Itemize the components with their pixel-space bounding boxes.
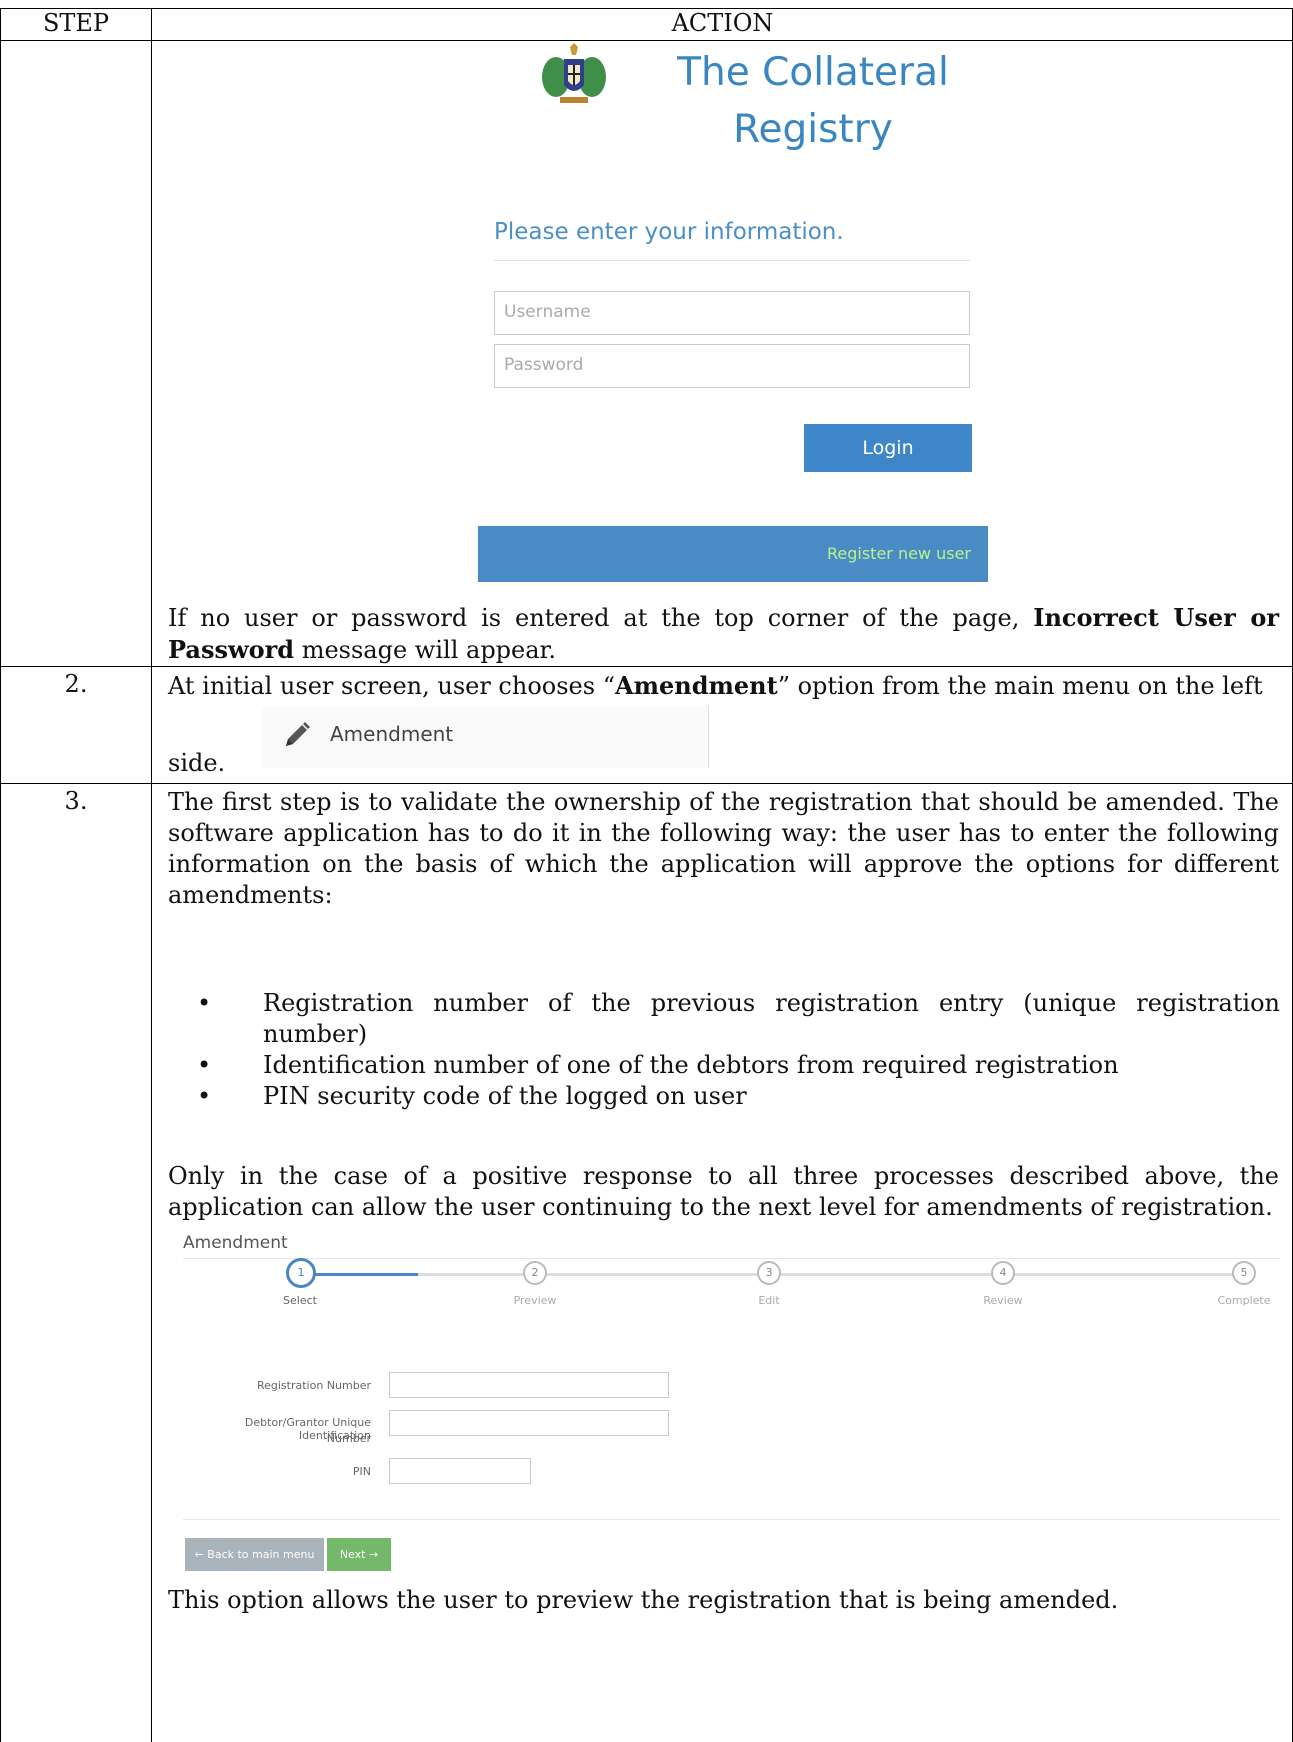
table-header-bottom bbox=[0, 40, 1293, 41]
table-col-left bbox=[0, 8, 1, 1742]
step2-description: At initial user screen, user chooses “Am… bbox=[168, 670, 1279, 702]
next-button[interactable]: Next → bbox=[327, 1538, 391, 1571]
username-input[interactable]: Username bbox=[494, 291, 970, 335]
stepper-label-select: Select bbox=[283, 1294, 317, 1307]
header-step: STEP bbox=[42, 9, 110, 37]
login-prompt: Please enter your information. bbox=[494, 219, 844, 245]
step1-text-after: message will appear. bbox=[294, 636, 557, 664]
list-item: Registration number of the previous regi… bbox=[197, 988, 1280, 1050]
app-title-line1: The Collateral bbox=[677, 50, 949, 95]
step2-text-before: At initial user screen, user chooses “ bbox=[168, 672, 615, 700]
menu-item-amendment[interactable]: Amendment bbox=[262, 706, 709, 768]
step3-intro: The first step is to validate the owners… bbox=[168, 788, 1279, 909]
step2-number: 2. bbox=[64, 670, 88, 698]
stepper-label-preview: Preview bbox=[513, 1294, 557, 1307]
coat-of-arms-logo bbox=[542, 43, 606, 103]
menu-item-label: Amendment bbox=[330, 722, 454, 746]
stepper-label-complete: Complete bbox=[1217, 1294, 1271, 1307]
step1-description: If no user or password is entered at the… bbox=[168, 602, 1279, 666]
stepper-step-5[interactable]: 5 bbox=[1232, 1261, 1256, 1285]
row-divider-1 bbox=[0, 666, 1293, 667]
registration-number-label: Registration Number bbox=[256, 1379, 371, 1392]
wizard-top-divider bbox=[183, 1258, 1280, 1259]
stepper-step-3[interactable]: 3 bbox=[757, 1261, 781, 1285]
stepper-step-1[interactable]: 1 bbox=[286, 1258, 316, 1288]
stepper-progress-line bbox=[315, 1273, 418, 1276]
back-to-main-menu-button[interactable]: ← Back to main menu bbox=[185, 1538, 324, 1571]
step3-preview-note: This option allows the user to preview t… bbox=[168, 1586, 1119, 1614]
pencil-icon bbox=[286, 722, 310, 746]
register-new-user-link[interactable]: Register new user bbox=[478, 526, 988, 582]
wizard-bottom-divider bbox=[183, 1519, 1280, 1520]
password-input[interactable]: Password bbox=[494, 344, 970, 388]
prompt-divider bbox=[494, 260, 970, 261]
table-col-divider bbox=[151, 8, 152, 1742]
pin-label: PIN bbox=[352, 1465, 371, 1478]
login-button[interactable]: Login bbox=[804, 424, 972, 472]
step2-text-line2: side. bbox=[168, 749, 226, 777]
header-action: ACTION bbox=[671, 9, 774, 37]
pin-input[interactable] bbox=[389, 1458, 531, 1484]
stepper-step-2[interactable]: 2 bbox=[523, 1261, 547, 1285]
debtor-id-label-line2: Number bbox=[326, 1432, 371, 1445]
stepper-step-4[interactable]: 4 bbox=[991, 1261, 1015, 1285]
row-divider-2 bbox=[0, 783, 1293, 784]
step2-text-bold: Amendment bbox=[614, 671, 778, 700]
stepper-label-review: Review bbox=[983, 1294, 1023, 1307]
step3-number: 3. bbox=[64, 787, 88, 815]
stepper-label-edit: Edit bbox=[758, 1294, 780, 1307]
list-item: Identification number of one of the debt… bbox=[197, 1050, 1280, 1081]
step3-conclusion: Only in the case of a positive response … bbox=[168, 1162, 1279, 1221]
app-title-line2: Registry bbox=[733, 107, 893, 152]
list-item: PIN security code of the logged on user bbox=[197, 1081, 1280, 1112]
registration-number-input[interactable] bbox=[389, 1372, 669, 1398]
wizard-title: Amendment bbox=[183, 1233, 288, 1253]
step1-text-before: If no user or password is entered at the… bbox=[168, 604, 1034, 632]
step2-text-after: ” option from the main menu on the left bbox=[777, 672, 1263, 700]
step3-bullet-list: Registration number of the previous regi… bbox=[197, 988, 1280, 1112]
debtor-id-input[interactable] bbox=[389, 1410, 669, 1436]
